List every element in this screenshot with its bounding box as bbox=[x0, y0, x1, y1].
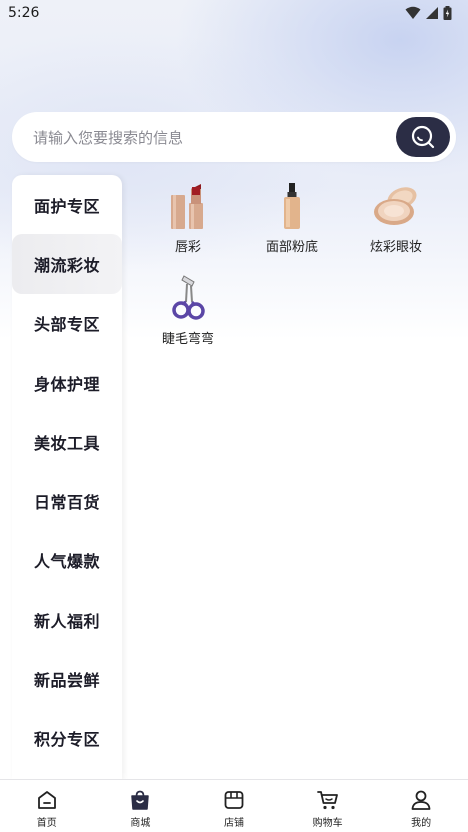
home-icon bbox=[37, 791, 56, 809]
sidebar-item-new-user-benefits[interactable]: 新人福利 bbox=[12, 590, 122, 649]
sidebar-item-label: 美妆工具 bbox=[34, 433, 101, 453]
nav-label: 我的 bbox=[411, 818, 432, 829]
search-input[interactable]: 请输入您要搜索的信息 bbox=[12, 112, 456, 162]
shopping-bag-icon bbox=[131, 790, 150, 810]
sidebar-item-head-care[interactable]: 头部专区 bbox=[12, 294, 122, 353]
nav-store[interactable]: 店铺 bbox=[187, 780, 281, 832]
sidebar-item-daily-goods[interactable]: 日常百货 bbox=[12, 471, 122, 530]
nav-label: 商城 bbox=[130, 818, 151, 829]
product-eyelash-curler[interactable]: 睫毛弯弯 bbox=[136, 270, 240, 347]
product-label: 睫毛弯弯 bbox=[161, 332, 214, 347]
compact-powder-icon bbox=[374, 187, 417, 225]
nav-label: 首页 bbox=[36, 818, 57, 829]
sidebar-item-label: 日常百货 bbox=[34, 493, 101, 513]
sidebar-item-trend-makeup[interactable]: 潮流彩妆 bbox=[12, 234, 122, 294]
bottom-navigation: 首页 商城 店铺 购物车 我的 bbox=[0, 779, 468, 832]
signal-icon bbox=[426, 7, 438, 19]
sidebar-item-label: 面护专区 bbox=[34, 196, 101, 216]
product-eye-makeup[interactable]: 炫彩眼妆 bbox=[344, 178, 448, 255]
sidebar-item-label: 身体护理 bbox=[34, 374, 101, 394]
nav-cart[interactable]: 购物车 bbox=[281, 780, 375, 832]
search-icon bbox=[411, 125, 435, 149]
status-bar: 5:26 bbox=[0, 0, 468, 26]
category-sidebar: 面护专区 潮流彩妆 头部专区 身体护理 美妆工具 日常百货 人气爆款 新人福利 … bbox=[12, 175, 122, 780]
nav-label: 购物车 bbox=[312, 818, 343, 829]
sidebar-item-label: 新人福利 bbox=[34, 611, 101, 631]
sidebar-item-new-products[interactable]: 新品尝鲜 bbox=[12, 649, 122, 708]
wifi-icon bbox=[405, 6, 421, 19]
foundation-bottle-icon bbox=[284, 183, 300, 229]
sidebar-item-body-care[interactable]: 身体护理 bbox=[12, 353, 122, 412]
sidebar-item-label: 头部专区 bbox=[34, 315, 101, 335]
cart-icon bbox=[316, 791, 338, 810]
product-foundation[interactable]: 面部粉底 bbox=[240, 178, 344, 255]
sidebar-item-label: 积分专区 bbox=[34, 730, 101, 750]
status-icons bbox=[405, 6, 452, 20]
search-button[interactable] bbox=[396, 117, 450, 157]
sidebar-item-points-zone[interactable]: 积分专区 bbox=[12, 709, 122, 768]
product-label: 唇彩 bbox=[174, 240, 201, 255]
sidebar-item-face-care[interactable]: 面护专区 bbox=[12, 175, 122, 234]
nav-label: 店铺 bbox=[223, 818, 244, 829]
search-placeholder: 请输入您要搜索的信息 bbox=[33, 128, 184, 147]
product-label: 炫彩眼妆 bbox=[369, 240, 422, 255]
profile-icon bbox=[411, 790, 431, 810]
sidebar-item-label: 潮流彩妆 bbox=[34, 255, 101, 275]
nav-profile[interactable]: 我的 bbox=[374, 780, 468, 832]
battery-icon bbox=[443, 6, 452, 20]
sidebar-item-label: 新品尝鲜 bbox=[34, 671, 101, 691]
product-lip-color[interactable]: 唇彩 bbox=[136, 178, 240, 255]
sidebar-item-label: 人气爆款 bbox=[34, 552, 101, 572]
nav-mall[interactable]: 商城 bbox=[94, 780, 188, 832]
eyelash-curler-icon bbox=[172, 275, 205, 320]
sidebar-item-beauty-tools[interactable]: 美妆工具 bbox=[12, 412, 122, 471]
store-icon bbox=[224, 791, 244, 809]
product-label: 面部粉底 bbox=[265, 240, 318, 255]
nav-home[interactable]: 首页 bbox=[0, 780, 94, 832]
lipstick-icon bbox=[171, 184, 203, 229]
sidebar-item-popular[interactable]: 人气爆款 bbox=[12, 531, 122, 590]
status-time: 5:26 bbox=[8, 5, 40, 21]
